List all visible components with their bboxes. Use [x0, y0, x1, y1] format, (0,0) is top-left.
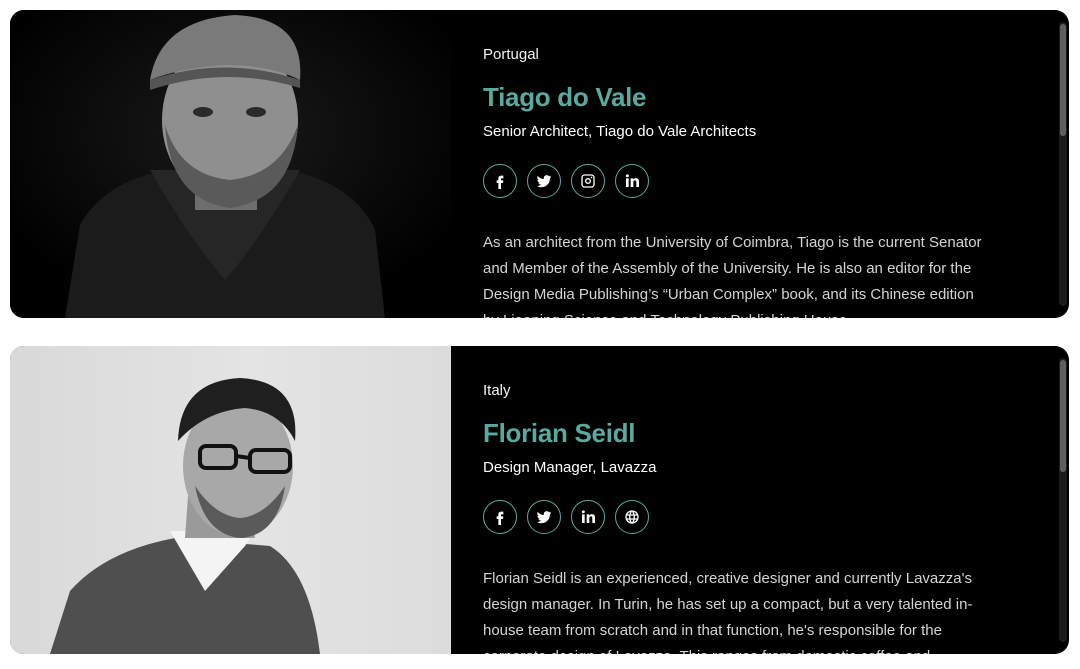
linkedin-link[interactable] — [615, 164, 649, 198]
speaker-bio: Florian Seidl is an experienced, creativ… — [483, 570, 973, 654]
speaker-info: Portugal Tiago do Vale Senior Architect,… — [483, 10, 1003, 318]
speaker-country: Portugal — [483, 46, 539, 63]
scrollbar[interactable] — [1059, 358, 1067, 642]
twitter-icon — [536, 511, 552, 524]
speaker-info: Italy Florian Seidl Design Manager, Lava… — [483, 346, 1003, 654]
scrollbar-thumb[interactable] — [1060, 24, 1066, 136]
speaker-role: Design Manager, Lavazza — [483, 459, 657, 476]
speaker-country: Italy — [483, 382, 511, 399]
linkedin-icon — [625, 174, 639, 187]
twitter-link[interactable] — [527, 164, 561, 198]
scrollbar-thumb[interactable] — [1060, 360, 1066, 472]
portrait-illustration — [50, 378, 320, 654]
speaker-photo — [10, 346, 451, 654]
portrait-illustration — [10, 10, 451, 318]
instagram-link[interactable] — [571, 164, 605, 198]
social-links — [483, 500, 649, 534]
instagram-icon — [581, 174, 595, 188]
speaker-bio: As an architect from the University of C… — [483, 234, 982, 318]
speaker-card: Portugal Tiago do Vale Senior Architect,… — [10, 10, 1069, 318]
facebook-icon — [496, 511, 504, 525]
twitter-icon — [536, 175, 552, 188]
facebook-link[interactable] — [483, 164, 517, 198]
facebook-icon — [496, 175, 504, 189]
social-links — [483, 164, 649, 198]
speaker-role: Senior Architect, Tiago do Vale Architec… — [483, 123, 757, 140]
linkedin-icon — [581, 510, 595, 523]
speaker-name[interactable]: Florian Seidl — [483, 418, 635, 449]
website-link[interactable] — [615, 500, 649, 534]
twitter-link[interactable] — [527, 500, 561, 534]
scrollbar[interactable] — [1059, 22, 1067, 306]
speaker-name[interactable]: Tiago do Vale — [483, 82, 647, 113]
facebook-link[interactable] — [483, 500, 517, 534]
speaker-photo — [10, 10, 451, 318]
linkedin-link[interactable] — [571, 500, 605, 534]
globe-icon — [625, 510, 639, 524]
speaker-card: Italy Florian Seidl Design Manager, Lava… — [10, 346, 1069, 654]
